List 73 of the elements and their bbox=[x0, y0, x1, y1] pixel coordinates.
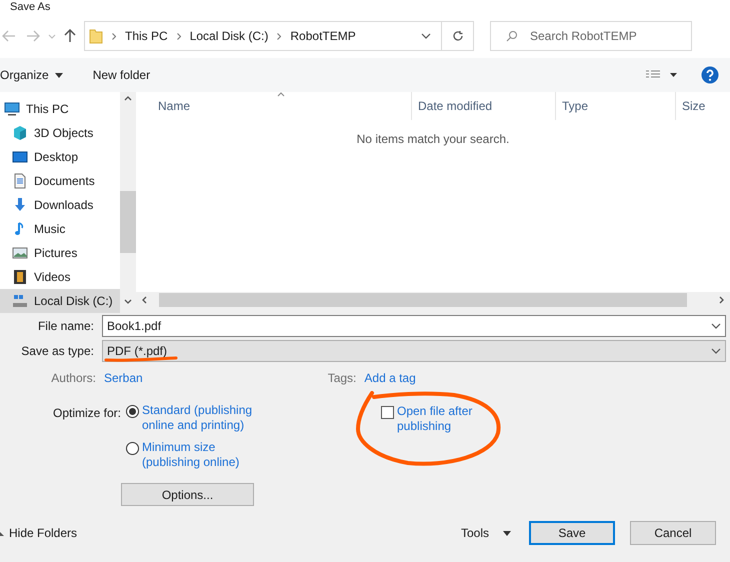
checkbox-label[interactable]: Open file after publishing bbox=[397, 404, 487, 434]
sidebar-item[interactable]: Music bbox=[0, 217, 120, 241]
sidebar-item[interactable]: Documents bbox=[0, 169, 120, 193]
window-title: Save As bbox=[10, 1, 50, 13]
breadcrumb-item[interactable]: RobotTEMP bbox=[290, 27, 356, 45]
options-button[interactable]: Options... bbox=[121, 483, 254, 506]
tags-label: Tags: bbox=[328, 370, 358, 387]
column-header[interactable]: Type bbox=[556, 92, 676, 120]
help-icon[interactable] bbox=[701, 66, 719, 84]
file-name-label: File name: bbox=[36, 318, 95, 334]
file-name-combobox[interactable]: Book1.pdf bbox=[102, 314, 726, 336]
organize-button[interactable]: Organize bbox=[0, 66, 63, 84]
chevron-icon bbox=[112, 32, 116, 40]
dropdown-chevron-icon bbox=[421, 33, 431, 39]
radio-label[interactable]: Minimum size (publishing online) bbox=[142, 440, 262, 470]
scroll-up-icon[interactable] bbox=[124, 96, 132, 101]
hide-folders-button[interactable]: Hide Folders bbox=[0, 524, 78, 542]
column-header[interactable]: Name bbox=[136, 92, 412, 120]
search-input[interactable]: Search RobotTEMP bbox=[530, 27, 680, 45]
scroll-left-icon[interactable] bbox=[142, 296, 147, 304]
search-box[interactable]: Search RobotTEMP bbox=[490, 21, 692, 51]
file-name-input[interactable]: Book1.pdf bbox=[107, 316, 711, 334]
chevron-icon bbox=[277, 32, 282, 40]
disk-icon bbox=[12, 293, 28, 309]
dropdown-chevron-icon bbox=[711, 348, 721, 354]
authors-value[interactable]: Serban bbox=[104, 369, 143, 387]
radio-button[interactable] bbox=[126, 405, 139, 418]
column-header[interactable]: Date modified bbox=[412, 92, 556, 120]
sidebar-item[interactable]: Videos bbox=[0, 265, 120, 289]
refresh-icon bbox=[452, 30, 464, 42]
sidebar-item[interactable]: This PC bbox=[0, 97, 120, 121]
radio-label[interactable]: Standard (publishing online and printing) bbox=[142, 403, 262, 433]
save-as-type-dropdown[interactable]: PDF (*.pdf) bbox=[102, 340, 726, 362]
tools-button[interactable]: Tools bbox=[460, 524, 511, 542]
pictures-icon bbox=[12, 245, 28, 261]
search-icon bbox=[506, 30, 518, 42]
up-arrow-icon[interactable] bbox=[64, 29, 76, 43]
horizontal-scrollbar[interactable] bbox=[136, 292, 730, 308]
new-folder-button[interactable]: New folder bbox=[92, 66, 150, 84]
sort-caret-icon bbox=[277, 92, 285, 97]
sidebar-item[interactable]: Desktop bbox=[0, 145, 120, 169]
vertical-scrollbar[interactable] bbox=[120, 92, 136, 308]
sidebar-item[interactable]: 3D Objects bbox=[0, 121, 120, 145]
document-icon bbox=[12, 173, 28, 189]
folder-icon bbox=[89, 28, 103, 44]
optimize-label: Optimize for: bbox=[52, 405, 122, 422]
collapse-triangle-icon bbox=[0, 530, 4, 536]
save-button[interactable]: Save bbox=[529, 521, 615, 545]
dropdown-chevron-icon bbox=[711, 322, 721, 328]
add-tag-link[interactable]: Add a tag bbox=[364, 369, 416, 387]
cube-icon bbox=[12, 125, 28, 141]
column-header[interactable]: Size bbox=[676, 92, 730, 120]
scroll-right-icon[interactable] bbox=[719, 296, 724, 304]
download-icon bbox=[12, 197, 28, 213]
desktop-icon bbox=[12, 149, 28, 165]
checkbox[interactable] bbox=[381, 406, 394, 419]
chevron-icon bbox=[176, 32, 181, 40]
empty-message: No items match your search. bbox=[356, 131, 510, 148]
sidebar-item[interactable]: Pictures bbox=[0, 241, 120, 265]
radio-button[interactable] bbox=[126, 442, 139, 455]
dropdown-triangle-icon bbox=[503, 530, 511, 536]
address-bar[interactable]: This PC Local Disk (C:) RobotTEMP bbox=[84, 21, 474, 51]
breadcrumb-item[interactable]: This PC bbox=[125, 27, 168, 45]
save-as-type-label: Save as type: bbox=[20, 343, 95, 360]
dropdown-triangle-icon bbox=[54, 72, 63, 78]
film-icon bbox=[12, 269, 28, 285]
sidebar-item[interactable]: Downloads bbox=[0, 193, 120, 217]
cancel-button[interactable]: Cancel bbox=[630, 521, 716, 545]
scroll-down-icon[interactable] bbox=[124, 299, 132, 304]
sidebar-item[interactable]: Local Disk (C:) bbox=[0, 289, 120, 313]
breadcrumb-item[interactable]: Local Disk (C:) bbox=[190, 27, 268, 45]
authors-label: Authors: bbox=[50, 370, 97, 387]
monitor-icon bbox=[4, 101, 20, 117]
